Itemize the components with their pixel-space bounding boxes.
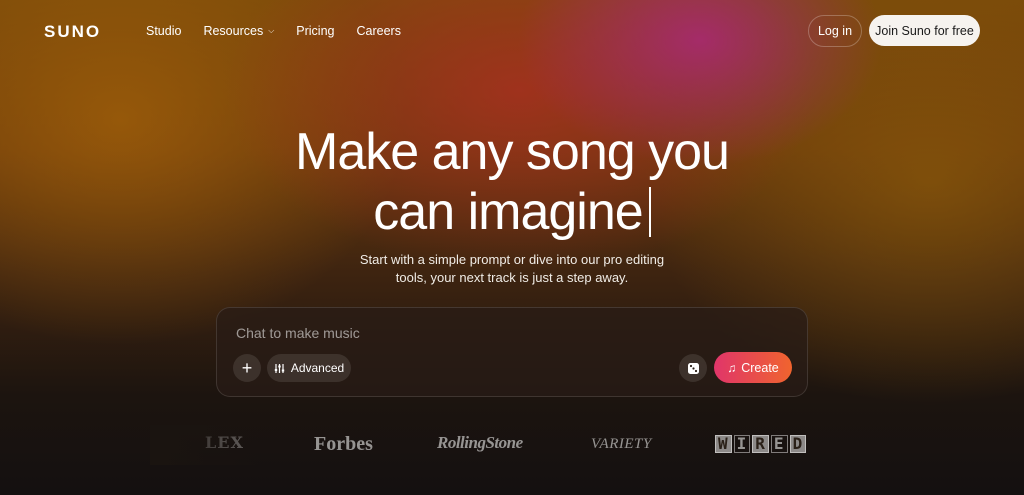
create-button[interactable]: ♫ Create <box>714 352 792 383</box>
wired-letter: E <box>770 435 788 453</box>
prompt-box[interactable]: Chat to make music + Advanced ♫ Create <box>216 307 808 397</box>
music-note-icon: ♫ <box>727 360 737 375</box>
prompt-input[interactable]: Chat to make music <box>236 325 360 341</box>
wired-letter: I <box>733 435 751 453</box>
nav-careers[interactable]: Careers <box>357 24 401 38</box>
press-logo-forbes: Forbes <box>314 433 373 455</box>
login-button[interactable]: Log in <box>808 15 862 47</box>
suno-logo[interactable]: SUNO <box>44 22 101 42</box>
random-prompt-button[interactable] <box>679 354 707 382</box>
press-logo-variety: VARIETY <box>591 436 652 452</box>
press-logo-wired: W I R E D <box>715 435 807 453</box>
top-nav: Studio Resources ⌵ Pricing Careers <box>146 24 423 38</box>
plus-icon: + <box>241 357 253 378</box>
subtitle-line-1: Start with a simple prompt or dive into … <box>359 252 665 267</box>
subtitle-line-2: tools, your next track is just a step aw… <box>395 270 629 285</box>
create-label: Create <box>741 360 779 375</box>
headline-line-2-text: can imagine <box>373 183 643 241</box>
press-logo-partial: LEX <box>205 433 244 452</box>
sliders-icon <box>274 363 285 373</box>
wired-letter: W <box>715 435 732 453</box>
wired-letter: R <box>752 435 769 453</box>
text-cursor <box>648 187 651 237</box>
press-logo-rolling-stone: RollingStone <box>437 433 523 452</box>
hero-headline: Make any song you can imagine <box>0 122 1024 242</box>
nav-resources-label: Resources <box>203 24 264 38</box>
join-free-button[interactable]: Join Suno for free <box>869 15 980 46</box>
wired-letter: D <box>789 435 807 453</box>
advanced-label: Advanced <box>290 361 345 375</box>
dice-icon <box>687 362 699 374</box>
hero-background <box>0 0 1024 495</box>
hero-subtitle: Start with a simple prompt or dive into … <box>0 251 1024 287</box>
headline-line-2: can imagine <box>0 182 1024 242</box>
chevron-down-icon: ⌵ <box>268 26 275 35</box>
add-button[interactable]: + <box>233 354 261 382</box>
nav-pricing[interactable]: Pricing <box>296 24 334 38</box>
advanced-button[interactable]: Advanced <box>267 354 351 382</box>
nav-resources[interactable]: Resources ⌵ <box>203 24 274 38</box>
headline-line-1: Make any song you <box>295 123 730 181</box>
nav-studio[interactable]: Studio <box>146 24 181 38</box>
